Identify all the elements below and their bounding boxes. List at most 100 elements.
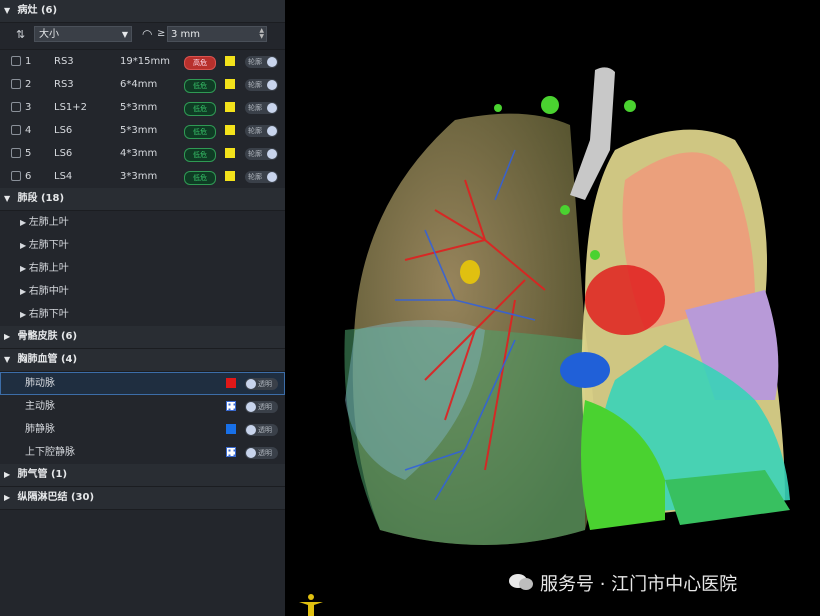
expand-caret-icon: ▶	[20, 287, 29, 296]
lesion-row[interactable]: 5 LS6 4*3mm 低危 轮廓	[0, 142, 285, 165]
sort-icon[interactable]: ⇅	[16, 28, 25, 41]
vessels-header-label: 胸肺血管 (4)	[17, 354, 78, 365]
expand-caret-icon: ▼	[4, 355, 11, 364]
lesion-checkbox[interactable]	[11, 56, 21, 66]
vessel-row[interactable]: 肺动脉 透明	[0, 372, 285, 395]
vessel-row[interactable]: 主动脉 透明	[0, 395, 285, 418]
lesion-size: 5*3mm	[120, 102, 158, 113]
lesion-row[interactable]: 1 RS3 19*15mm 高危 轮廓	[0, 50, 285, 73]
color-swatch[interactable]	[226, 378, 236, 388]
vessel-row[interactable]: 肺静脉 透明	[0, 418, 285, 441]
sort-select[interactable]: 大小 ▼	[34, 26, 132, 42]
toggle-label: 透明	[258, 449, 272, 457]
segment-row[interactable]: ▶ 左肺上叶	[0, 211, 285, 234]
risk-badge: 高危	[184, 56, 216, 70]
bone-skin-section-header[interactable]: ▶ 骨骼皮肤 (6)	[0, 326, 285, 349]
segment-row[interactable]: ▶ 右肺上叶	[0, 257, 285, 280]
color-swatch[interactable]	[226, 401, 236, 411]
toggle-knob	[267, 172, 277, 182]
lesion-color-marker[interactable]	[225, 148, 235, 158]
3d-lung-viewport[interactable]	[285, 0, 820, 616]
color-swatch[interactable]	[226, 447, 236, 457]
segment-label: ▶ 右肺下叶	[20, 303, 69, 326]
transparency-toggle[interactable]: 透明	[245, 401, 278, 413]
segment-row[interactable]: ▶ 右肺下叶	[0, 303, 285, 326]
lesion-row[interactable]: 3 LS1+2 5*3mm 低危 轮廓	[0, 96, 285, 119]
toggle-knob	[267, 126, 277, 136]
toggle-label: 轮廓	[248, 81, 262, 89]
lesion-index: 1	[25, 56, 32, 67]
lesion-color-marker[interactable]	[225, 79, 235, 89]
chevron-down-icon: ▼	[121, 30, 128, 39]
lesion-checkbox[interactable]	[11, 125, 21, 135]
toggle-knob	[246, 448, 256, 458]
lesion-row[interactable]: 2 RS3 6*4mm 低危 轮廓	[0, 73, 285, 96]
structure-panel: ▼ 病灶 (6) ⇅ 大小 ▼ ◠ ≥ 3 mm ▲ ▼ 1 RS3 19*15mm 高…	[0, 0, 285, 616]
lymph-header-label: 纵隔淋巴结 (30)	[17, 492, 95, 503]
trachea-header-label: 肺气管 (1)	[17, 469, 68, 480]
lesion-checkbox[interactable]	[11, 148, 21, 158]
risk-badge: 低危	[184, 148, 216, 162]
lesion-index: 4	[25, 125, 32, 136]
outline-toggle[interactable]: 轮廓	[245, 79, 278, 91]
lesion-color-marker[interactable]	[225, 171, 235, 181]
outline-toggle[interactable]: 轮廓	[245, 148, 278, 160]
vessels-section-header[interactable]: ▼ 胸肺血管 (4)	[0, 349, 285, 372]
transparency-toggle[interactable]: 透明	[245, 447, 278, 459]
lesion-checkbox[interactable]	[11, 102, 21, 112]
toggle-knob	[267, 103, 277, 113]
lesion-color-marker[interactable]	[225, 56, 235, 66]
lesion-size: 6*4mm	[120, 79, 158, 90]
risk-badge: 低危	[184, 79, 216, 93]
transparency-toggle[interactable]: 透明	[245, 424, 278, 436]
toggle-knob	[267, 57, 277, 67]
lesion-index: 5	[25, 148, 32, 159]
segment-row[interactable]: ▶ 左肺下叶	[0, 234, 285, 257]
expand-caret-icon: ▼	[4, 6, 11, 15]
transparency-toggle[interactable]: 透明	[245, 378, 278, 390]
lesion-row[interactable]: 4 LS6 5*3mm 低危 轮廓	[0, 119, 285, 142]
lesion-location: LS6	[54, 125, 73, 136]
lesions-header-label: 病灶 (6)	[17, 5, 58, 16]
segment-label: ▶ 左肺上叶	[20, 211, 69, 234]
vessel-row[interactable]: 上下腔静脉 透明	[0, 441, 285, 464]
lesion-index: 3	[25, 102, 32, 113]
segment-label: ▶ 右肺上叶	[20, 257, 69, 280]
lesion-checkbox[interactable]	[11, 171, 21, 181]
outline-toggle[interactable]: 轮廓	[245, 56, 278, 68]
lesions-section-header[interactable]: ▼ 病灶 (6)	[0, 0, 285, 23]
collapse-caret-icon: ▶	[4, 470, 11, 479]
color-swatch[interactable]	[226, 424, 236, 434]
lesion-color-marker[interactable]	[225, 102, 235, 112]
outline-toggle[interactable]: 轮廓	[245, 171, 278, 183]
segment-label: ▶ 左肺下叶	[20, 234, 69, 257]
lesion-index: 6	[25, 171, 32, 182]
spinner-icon[interactable]: ▲ ▼	[259, 28, 264, 40]
expand-caret-icon: ▶	[20, 218, 29, 227]
expand-caret-icon: ▶	[20, 264, 29, 273]
size-threshold-value: 3 mm	[171, 29, 201, 40]
toggle-knob	[246, 425, 256, 435]
expand-caret-icon: ▶	[20, 241, 29, 250]
trachea-section-header[interactable]: ▶ 肺气管 (1)	[0, 464, 285, 487]
lesion-row[interactable]: 6 LS4 3*3mm 低危 轮廓	[0, 165, 285, 188]
outline-toggle[interactable]: 轮廓	[245, 102, 278, 114]
segments-section-header[interactable]: ▼ 肺段 (18)	[0, 188, 285, 211]
risk-badge: 低危	[184, 125, 216, 139]
lesion-filter-bar: ⇅ 大小 ▼ ◠ ≥ 3 mm ▲ ▼	[0, 23, 285, 50]
toggle-label: 轮廓	[248, 173, 262, 181]
collapse-caret-icon: ▶	[4, 493, 11, 502]
lesion-location: LS4	[54, 171, 73, 182]
segment-row[interactable]: ▶ 右肺中叶	[0, 280, 285, 303]
lesion-index: 2	[25, 79, 32, 90]
lesion-color-marker[interactable]	[225, 125, 235, 135]
lesion-checkbox[interactable]	[11, 79, 21, 89]
lesion-size: 19*15mm	[120, 56, 170, 67]
outline-toggle[interactable]: 轮廓	[245, 125, 278, 137]
size-threshold-input[interactable]: 3 mm ▲ ▼	[167, 26, 267, 42]
vessel-name: 主动脉	[25, 401, 55, 412]
segment-name: 右肺上叶	[28, 263, 69, 274]
risk-badge: 低危	[184, 171, 216, 185]
lymph-section-header[interactable]: ▶ 纵隔淋巴结 (30)	[0, 487, 285, 510]
lesion-location: LS6	[54, 148, 73, 159]
